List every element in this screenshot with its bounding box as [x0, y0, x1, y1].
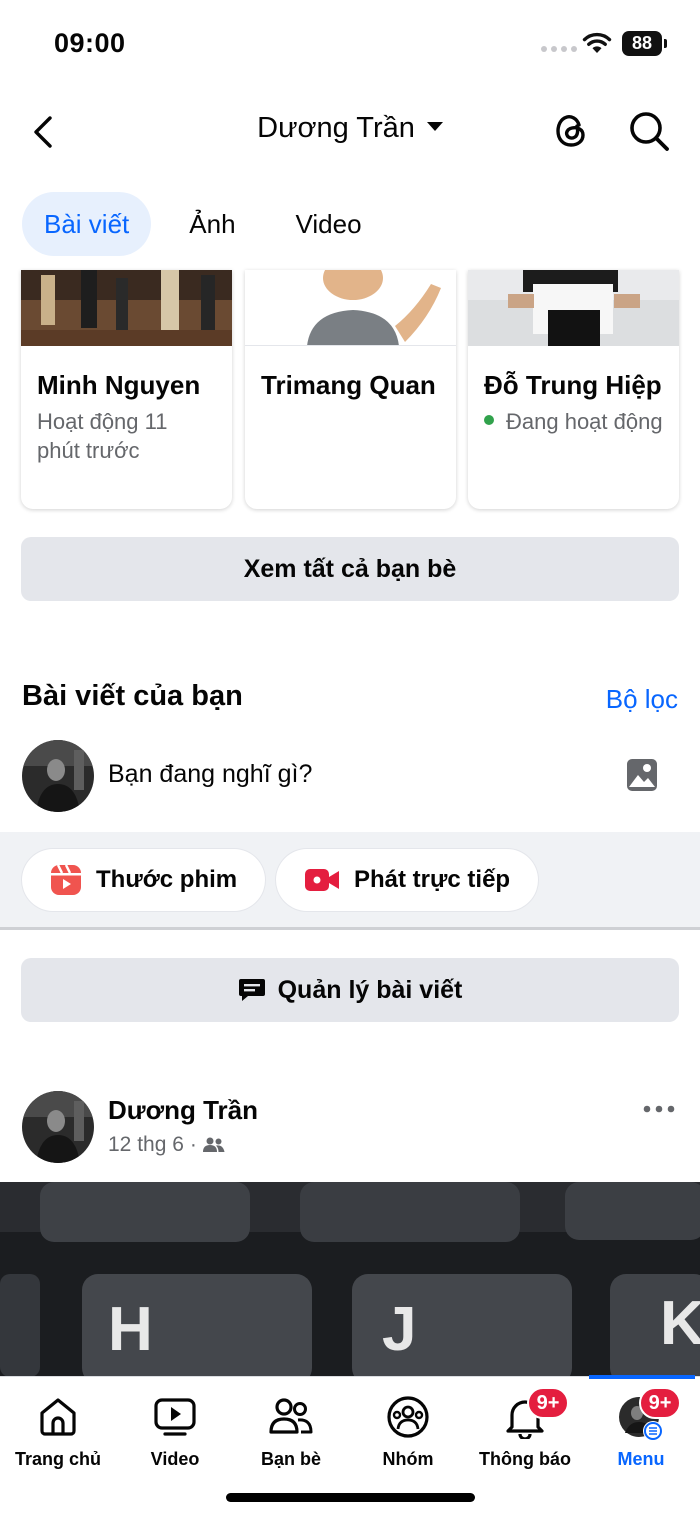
groups-icon: [387, 1396, 429, 1438]
profile-name-dropdown[interactable]: Dương Trần: [0, 112, 700, 145]
avatar: [22, 740, 94, 812]
post-meta: 12 thg 6 ·: [108, 1133, 225, 1157]
whats-on-your-mind-input[interactable]: Bạn đang nghĩ gì?: [108, 760, 312, 789]
post-author[interactable]: Dương Trần: [108, 1095, 258, 1126]
post-composer[interactable]: Bạn đang nghĩ gì?: [22, 740, 678, 812]
see-all-friends-button[interactable]: Xem tất cả bạn bè: [21, 537, 679, 601]
nav-notifications[interactable]: 9+ Thông báo: [467, 1377, 583, 1477]
friend-name: Trimang Quan: [261, 370, 436, 400]
nav-groups[interactable]: Nhóm: [350, 1377, 466, 1477]
online-indicator: [484, 415, 494, 425]
menu-badge: 9+: [639, 1387, 681, 1419]
threads-button[interactable]: [548, 108, 594, 154]
friend-card[interactable]: Đỗ Trung Hiệp Đang hoạt động: [468, 270, 679, 509]
reels-label: Thước phim: [96, 866, 238, 893]
post-header: Dương Trần 12 thg 6 ·: [22, 1091, 678, 1163]
manage-posts-label: Quản lý bài viết: [277, 975, 463, 1004]
friends-icon: [269, 1398, 313, 1434]
nav-label: Menu: [617, 1449, 665, 1469]
post-image[interactable]: H J K: [0, 1182, 700, 1377]
manage-posts-button[interactable]: Quản lý bài viết: [21, 958, 679, 1022]
friend-name: Minh Nguyen: [37, 370, 201, 400]
nav-label: Bạn bè: [260, 1449, 321, 1469]
nav-label: Video: [150, 1449, 200, 1469]
keycap-label: K: [660, 1289, 700, 1358]
friend-photo: [21, 270, 232, 346]
profile-tabs: Bài viết Ảnh Video: [22, 192, 400, 256]
status-bar: 09:00 88: [0, 0, 700, 90]
nav-friends[interactable]: Bạn bè: [233, 1377, 349, 1477]
friend-photo: [468, 270, 679, 346]
reels-button[interactable]: Thước phim: [22, 849, 266, 911]
live-video-icon: [305, 869, 339, 891]
your-posts-title: Bài viết của bạn: [22, 680, 243, 712]
friend-photo: [245, 270, 456, 346]
wifi-icon: [582, 32, 612, 53]
friends-icon[interactable]: [202, 1137, 225, 1153]
friend-status-text: Đang hoạt động: [506, 409, 663, 434]
friend-status: Hoạt động 11 phút trước: [37, 409, 168, 463]
tab-posts[interactable]: Bài viết: [22, 192, 152, 256]
caret-down-icon: [426, 121, 443, 131]
friend-name: Đỗ Trung Hiệp: [484, 370, 662, 400]
nav-video[interactable]: Video: [117, 1377, 233, 1477]
battery-indicator: 88: [622, 31, 667, 56]
profile-header: Dương Trần: [0, 92, 700, 172]
tab-photos[interactable]: Ảnh: [167, 192, 257, 256]
notification-badge: 9+: [527, 1387, 569, 1419]
friends-carousel: Minh Nguyen Hoạt động 11 phút trước Trim…: [21, 270, 679, 510]
filter-button[interactable]: Bộ lọc: [606, 684, 678, 715]
nav-label: Trang chủ: [14, 1449, 101, 1469]
photo-icon[interactable]: [626, 756, 658, 794]
avatar[interactable]: [22, 1091, 94, 1163]
manage-posts-icon: [238, 979, 265, 1001]
status-time: 09:00: [54, 28, 126, 58]
nav-menu[interactable]: 9+ Menu: [583, 1377, 699, 1477]
nav-label: Nhóm: [382, 1449, 434, 1469]
cellular-signal-icon: [541, 46, 577, 52]
post-date: 12 thg 6: [108, 1133, 184, 1156]
create-actions-strip: Thước phim Phát trực tiếp: [0, 832, 700, 927]
friend-card[interactable]: Trimang Quan: [245, 270, 456, 509]
live-label: Phát trực tiếp: [354, 866, 511, 893]
divider: [0, 927, 700, 930]
keycap-label: H: [108, 1295, 153, 1364]
video-icon: [154, 1398, 196, 1436]
profile-name: Dương Trần: [257, 112, 415, 144]
friend-card[interactable]: Minh Nguyen Hoạt động 11 phút trước: [21, 270, 232, 509]
nav-label: Thông báo: [479, 1449, 571, 1469]
more-options-icon[interactable]: [642, 1099, 676, 1119]
keycap-label: J: [382, 1295, 416, 1364]
nav-home[interactable]: Trang chủ: [0, 1377, 116, 1477]
home-indicator: [226, 1493, 475, 1502]
separator-dot: ·: [189, 1133, 197, 1156]
tab-videos[interactable]: Video: [274, 192, 384, 256]
live-button[interactable]: Phát trực tiếp: [276, 849, 539, 911]
home-icon: [40, 1398, 76, 1436]
friend-status: Đang hoạt động: [468, 403, 679, 436]
reels-icon: [51, 864, 81, 895]
search-button[interactable]: [626, 108, 672, 154]
